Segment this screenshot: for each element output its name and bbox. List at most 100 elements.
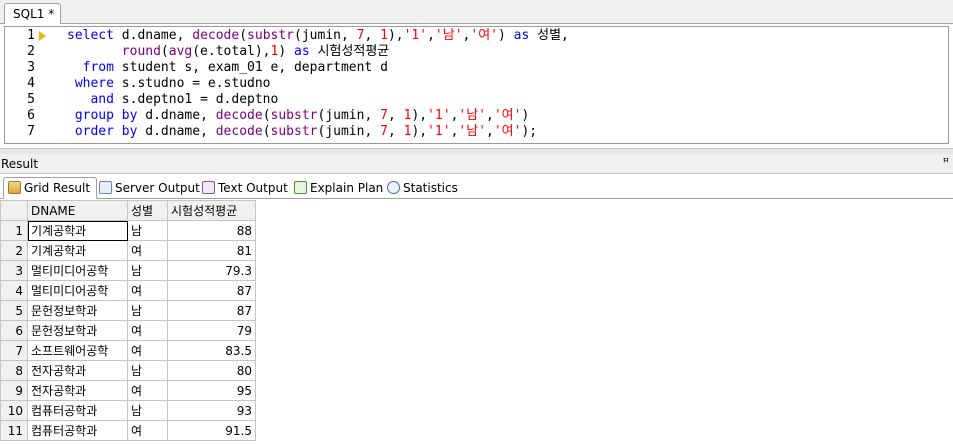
cell-gender[interactable]: 남 bbox=[127, 220, 168, 241]
tab-label: Server Output bbox=[115, 181, 200, 195]
code-token: (e.total), bbox=[192, 44, 271, 59]
row-number: 1 bbox=[0, 220, 28, 241]
code-line[interactable]: 4 where s.studno = e.studno bbox=[5, 76, 945, 92]
row-number: 2 bbox=[0, 240, 28, 261]
table-row[interactable]: 11 컴퓨터공학과 여 91.5 bbox=[0, 420, 256, 441]
code-line[interactable]: 2 round(avg(e.total),1) as 시험성적평균 bbox=[5, 44, 945, 60]
code-token: '여' bbox=[493, 124, 522, 139]
code-token: ( bbox=[160, 44, 169, 59]
cell-gender[interactable]: 남 bbox=[127, 260, 168, 281]
code-token: ( bbox=[262, 124, 271, 139]
line-number: 3 bbox=[27, 60, 35, 75]
code-text: order by d.dname, decode(substr(jumin, 7… bbox=[67, 124, 537, 140]
code-token: '남' bbox=[458, 124, 487, 139]
cell-average[interactable]: 80 bbox=[167, 360, 256, 381]
code-text: from student s, exam_01 e, department d bbox=[67, 60, 388, 76]
result-panel-header: Result ꟸ bbox=[0, 154, 953, 174]
cell-dname[interactable]: 멀티미디어공학 bbox=[27, 280, 128, 301]
tab-explain-plan[interactable]: Explain Plan bbox=[289, 177, 390, 199]
tab-grid-result[interactable]: Grid Result bbox=[3, 177, 98, 199]
code-token: ) bbox=[278, 44, 294, 59]
code-token: , bbox=[486, 108, 494, 123]
table-row[interactable]: 9 전자공학과 여 95 bbox=[0, 380, 256, 401]
tab-label: Text Output bbox=[218, 181, 288, 195]
table-row[interactable]: 5 문헌정보학과 남 87 bbox=[0, 300, 256, 321]
cell-dname[interactable]: 문헌정보학과 bbox=[27, 300, 128, 321]
table-row[interactable]: 1 기계공학과 남 88 bbox=[0, 220, 256, 241]
column-header-gender[interactable]: 성별 bbox=[127, 200, 168, 221]
cell-dname[interactable]: 기계공학과 bbox=[27, 240, 128, 261]
table-row[interactable]: 8 전자공학과 남 80 bbox=[0, 360, 256, 381]
tab-text-output[interactable]: Text Output bbox=[197, 177, 295, 199]
cell-gender[interactable]: 여 bbox=[127, 340, 168, 361]
code-text: select d.dname, decode(substr(jumin, 7, … bbox=[67, 28, 569, 44]
cell-average[interactable]: 88 bbox=[167, 220, 256, 241]
code-line[interactable]: 3 from student s, exam_01 e, department … bbox=[5, 60, 945, 76]
table-row[interactable]: 7 소프트웨어공학 여 83.5 bbox=[0, 340, 256, 361]
cell-dname[interactable]: 컴퓨터공학과 bbox=[27, 420, 128, 441]
tab-server-output[interactable]: Server Output bbox=[94, 177, 207, 199]
row-number: 9 bbox=[0, 380, 28, 401]
cell-average[interactable]: 81 bbox=[167, 240, 256, 261]
table-row[interactable]: 3 멀티미디어공학 남 79.3 bbox=[0, 260, 256, 281]
cell-average[interactable]: 95 bbox=[167, 380, 256, 401]
cell-gender[interactable]: 남 bbox=[127, 360, 168, 381]
cell-average[interactable]: 79 bbox=[167, 320, 256, 341]
editor-frame[interactable]: 1 select d.dname, decode(substr(jumin, 7,… bbox=[4, 26, 949, 144]
code-token: ( bbox=[262, 108, 271, 123]
code-line[interactable]: 7 order by d.dname, decode(substr(jumin,… bbox=[5, 124, 945, 140]
code-token: , bbox=[427, 28, 435, 43]
column-header-average[interactable]: 시험성적평균 bbox=[167, 200, 256, 221]
tab-sql1[interactable]: SQL1 * bbox=[4, 3, 61, 25]
cell-gender[interactable]: 남 bbox=[127, 400, 168, 421]
table-row[interactable]: 10 컴퓨터공학과 남 93 bbox=[0, 400, 256, 421]
cell-dname[interactable]: 전자공학과 bbox=[27, 380, 128, 401]
code-token: 성별, bbox=[537, 28, 569, 43]
grid-header-row: DNAME 성별 시험성적평균 bbox=[0, 200, 256, 221]
cell-dname[interactable]: 컴퓨터공학과 bbox=[27, 400, 128, 421]
cell-gender[interactable]: 여 bbox=[127, 320, 168, 341]
cell-dname[interactable]: 문헌정보학과 bbox=[27, 320, 128, 341]
code-token: ) bbox=[521, 108, 530, 123]
cell-average[interactable]: 79.3 bbox=[167, 260, 256, 281]
code-token: as bbox=[513, 28, 538, 43]
cell-average[interactable]: 93 bbox=[167, 400, 256, 421]
cell-gender[interactable]: 남 bbox=[127, 300, 168, 321]
row-number: 5 bbox=[0, 300, 28, 321]
cell-gender[interactable]: 여 bbox=[127, 380, 168, 401]
table-row[interactable]: 6 문헌정보학과 여 79 bbox=[0, 320, 256, 341]
row-number: 8 bbox=[0, 360, 28, 381]
code-text: where s.studno = e.studno bbox=[67, 76, 271, 92]
cell-gender[interactable]: 여 bbox=[127, 240, 168, 261]
cell-gender[interactable]: 여 bbox=[127, 420, 168, 441]
cell-average[interactable]: 83.5 bbox=[167, 340, 256, 361]
row-number: 7 bbox=[0, 340, 28, 361]
pin-icon[interactable]: ꟸ bbox=[943, 156, 949, 169]
line-number: 1 bbox=[27, 28, 35, 43]
code-token: group by bbox=[67, 108, 146, 123]
cell-dname[interactable]: 기계공학과 bbox=[27, 220, 128, 241]
server-output-icon bbox=[99, 181, 112, 194]
code-token: 1 bbox=[380, 28, 388, 43]
cell-average[interactable]: 87 bbox=[167, 300, 256, 321]
sql-editor[interactable]: 1 select d.dname, decode(substr(jumin, 7,… bbox=[0, 24, 953, 148]
table-row[interactable]: 4 멀티미디어공학 여 87 bbox=[0, 280, 256, 301]
result-grid[interactable]: DNAME 성별 시험성적평균 1 기계공학과 남 88 2 기계공학과 여 81 3 멀티미디어… bbox=[0, 200, 256, 441]
column-header-dname[interactable]: DNAME bbox=[27, 200, 128, 221]
cell-average[interactable]: 87 bbox=[167, 280, 256, 301]
tab-label: Statistics bbox=[403, 181, 458, 195]
code-token: decode bbox=[192, 28, 240, 43]
cell-dname[interactable]: 멀티미디어공학 bbox=[27, 260, 128, 281]
code-line[interactable]: 5 and s.deptno1 = d.deptno bbox=[5, 92, 945, 108]
cell-gender[interactable]: 여 bbox=[127, 280, 168, 301]
cell-dname[interactable]: 전자공학과 bbox=[27, 360, 128, 381]
code-token: '여' bbox=[470, 28, 498, 43]
code-line[interactable]: 1 select d.dname, decode(substr(jumin, 7,… bbox=[5, 28, 945, 44]
cell-average[interactable]: 91.5 bbox=[167, 420, 256, 441]
cell-dname[interactable]: 소프트웨어공학 bbox=[27, 340, 128, 361]
tab-statistics[interactable]: Statistics bbox=[382, 177, 465, 199]
code-line[interactable]: 6 group by d.dname, decode(substr(jumin,… bbox=[5, 108, 945, 124]
code-token: '1' bbox=[427, 124, 451, 139]
code-token: avg bbox=[168, 44, 193, 59]
table-row[interactable]: 2 기계공학과 여 81 bbox=[0, 240, 256, 261]
